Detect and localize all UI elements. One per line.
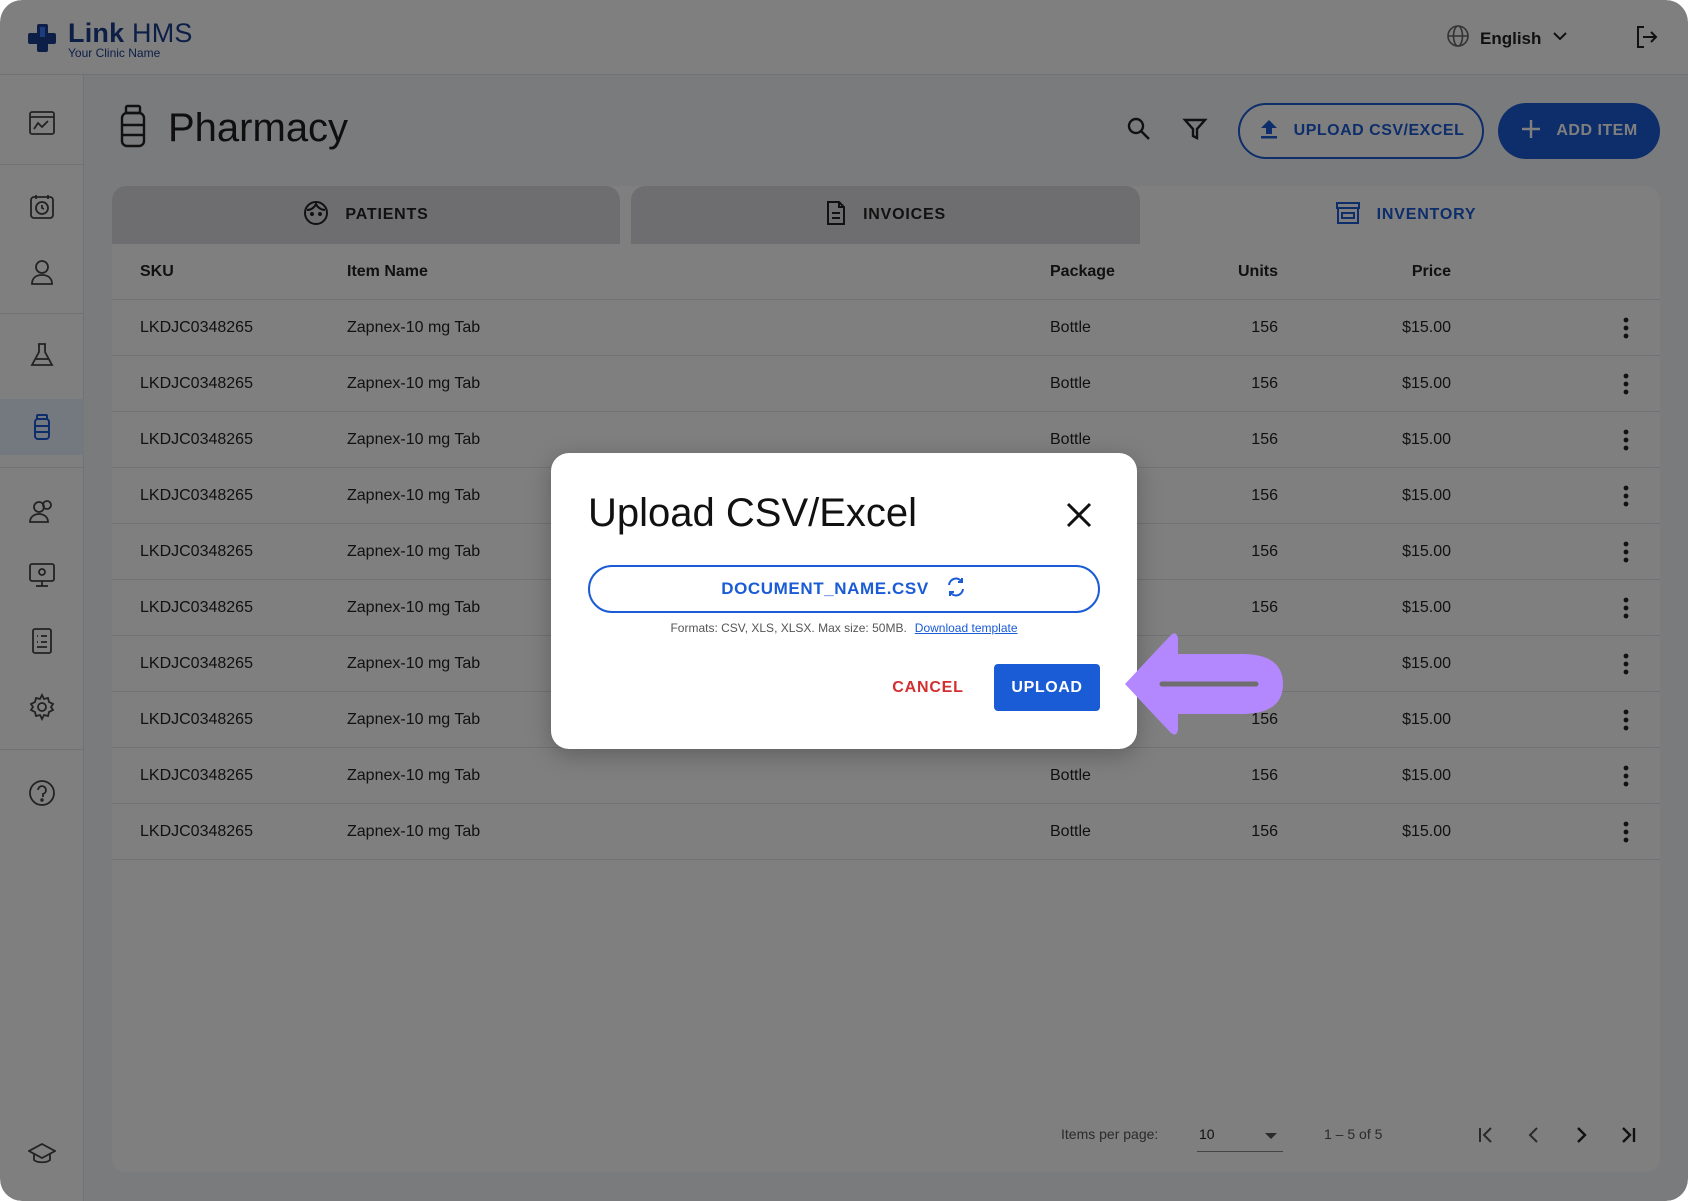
app-window: Link HMS Your Clinic Name English — [0, 0, 1688, 1201]
format-hint-text: Formats: CSV, XLS, XLSX. Max size: 50MB. — [670, 621, 907, 635]
close-icon[interactable] — [1059, 495, 1099, 535]
pointer-arrow-icon — [1120, 628, 1290, 744]
replace-file-icon — [945, 576, 967, 603]
file-format-hint: Formats: CSV, XLS, XLSX. Max size: 50MB.… — [588, 621, 1100, 635]
upload-dialog: Upload CSV/Excel DOCUMENT_NAME.CSV Forma… — [551, 453, 1137, 749]
cancel-button[interactable]: CANCEL — [878, 665, 978, 711]
dialog-title: Upload CSV/Excel — [588, 491, 918, 535]
upload-button[interactable]: UPLOAD — [994, 664, 1100, 711]
download-template-link[interactable]: Download template — [915, 621, 1018, 635]
selected-file-button[interactable]: DOCUMENT_NAME.CSV — [588, 565, 1100, 613]
file-name: DOCUMENT_NAME.CSV — [721, 579, 929, 598]
